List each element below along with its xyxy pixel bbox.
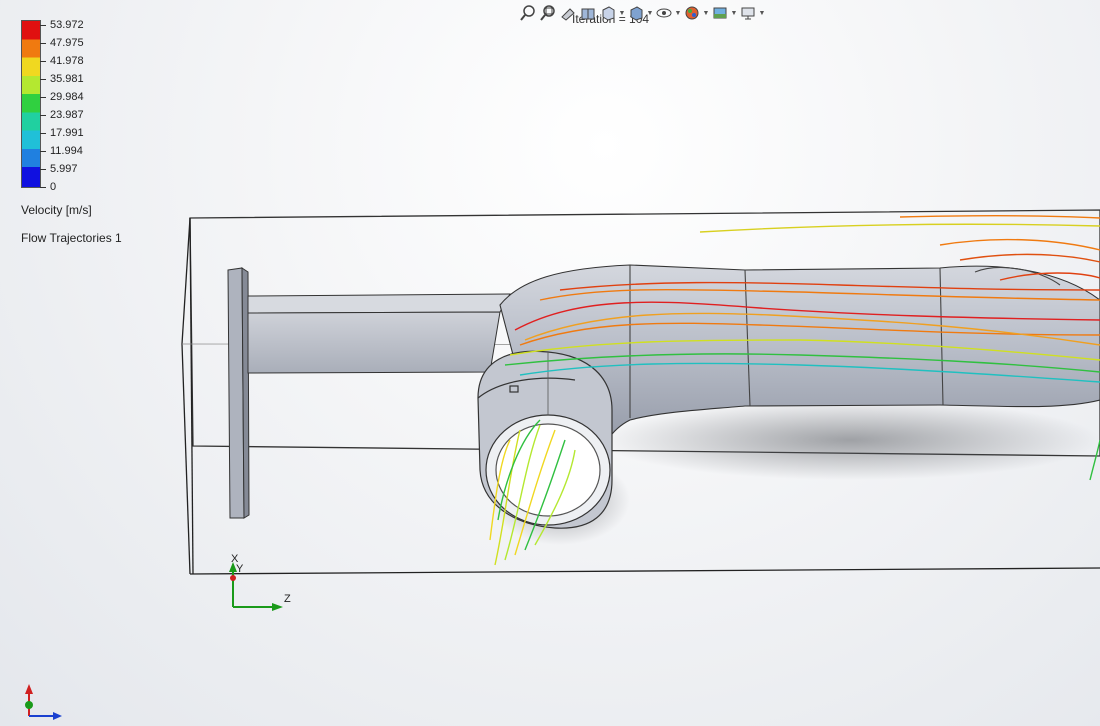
reference-triad bbox=[25, 684, 62, 720]
chevron-down-icon[interactable]: ▼ bbox=[702, 3, 710, 23]
heads-up-view-toolbar: ▼ ▼ ▼ ▼ ▼ ▼ bbox=[518, 2, 808, 24]
legend-tick: 41.978 bbox=[40, 55, 84, 67]
chevron-down-icon[interactable]: ▼ bbox=[618, 3, 626, 23]
triad-z-label: Z bbox=[284, 593, 291, 605]
display-style-icon[interactable] bbox=[626, 3, 646, 23]
legend-tick: 11.994 bbox=[40, 145, 83, 157]
plot-name-label: Flow Trajectories 1 bbox=[21, 231, 122, 245]
chevron-down-icon[interactable]: ▼ bbox=[646, 3, 654, 23]
edit-appearance-icon[interactable] bbox=[682, 3, 702, 23]
chevron-down-icon[interactable]: ▼ bbox=[674, 3, 682, 23]
chevron-down-icon[interactable]: ▼ bbox=[758, 3, 766, 23]
previous-view-icon[interactable] bbox=[558, 3, 578, 23]
legend-quantity-label: Velocity [m/s] bbox=[21, 203, 92, 217]
mounting-plate[interactable] bbox=[227, 267, 250, 519]
velocity-legend: 53.972 47.975 41.978 35.981 29.984 23.98… bbox=[20, 19, 160, 194]
zoom-to-fit-icon[interactable] bbox=[518, 3, 538, 23]
inlet-pipe[interactable] bbox=[477, 350, 613, 529]
view-orientation-icon[interactable] bbox=[598, 3, 618, 23]
model-scene[interactable] bbox=[0, 0, 1100, 726]
legend-tick: 0 bbox=[39, 181, 57, 193]
legend-tick: 5.997 bbox=[40, 163, 78, 175]
chevron-down-icon[interactable]: ▼ bbox=[730, 3, 738, 23]
color-bar bbox=[21, 20, 41, 188]
apply-scene-icon[interactable] bbox=[710, 3, 730, 23]
graphics-viewport[interactable]: 53.972 47.975 41.978 35.981 29.984 23.98… bbox=[0, 0, 1100, 726]
section-view-icon[interactable] bbox=[578, 3, 598, 23]
zoom-to-area-icon[interactable] bbox=[538, 3, 558, 23]
legend-tick: 47.975 bbox=[40, 37, 84, 49]
legend-tick: 35.981 bbox=[40, 73, 84, 85]
legend-tick: 53.972 bbox=[40, 19, 84, 31]
view-settings-icon[interactable] bbox=[738, 3, 758, 23]
legend-tick: 23.987 bbox=[40, 109, 84, 121]
legend-tick: 17.991 bbox=[40, 127, 84, 139]
legend-tick: 29.984 bbox=[40, 91, 84, 103]
hide-show-items-icon[interactable] bbox=[654, 3, 674, 23]
support-arm[interactable] bbox=[247, 293, 511, 374]
triad-y-label: Y bbox=[236, 563, 244, 575]
